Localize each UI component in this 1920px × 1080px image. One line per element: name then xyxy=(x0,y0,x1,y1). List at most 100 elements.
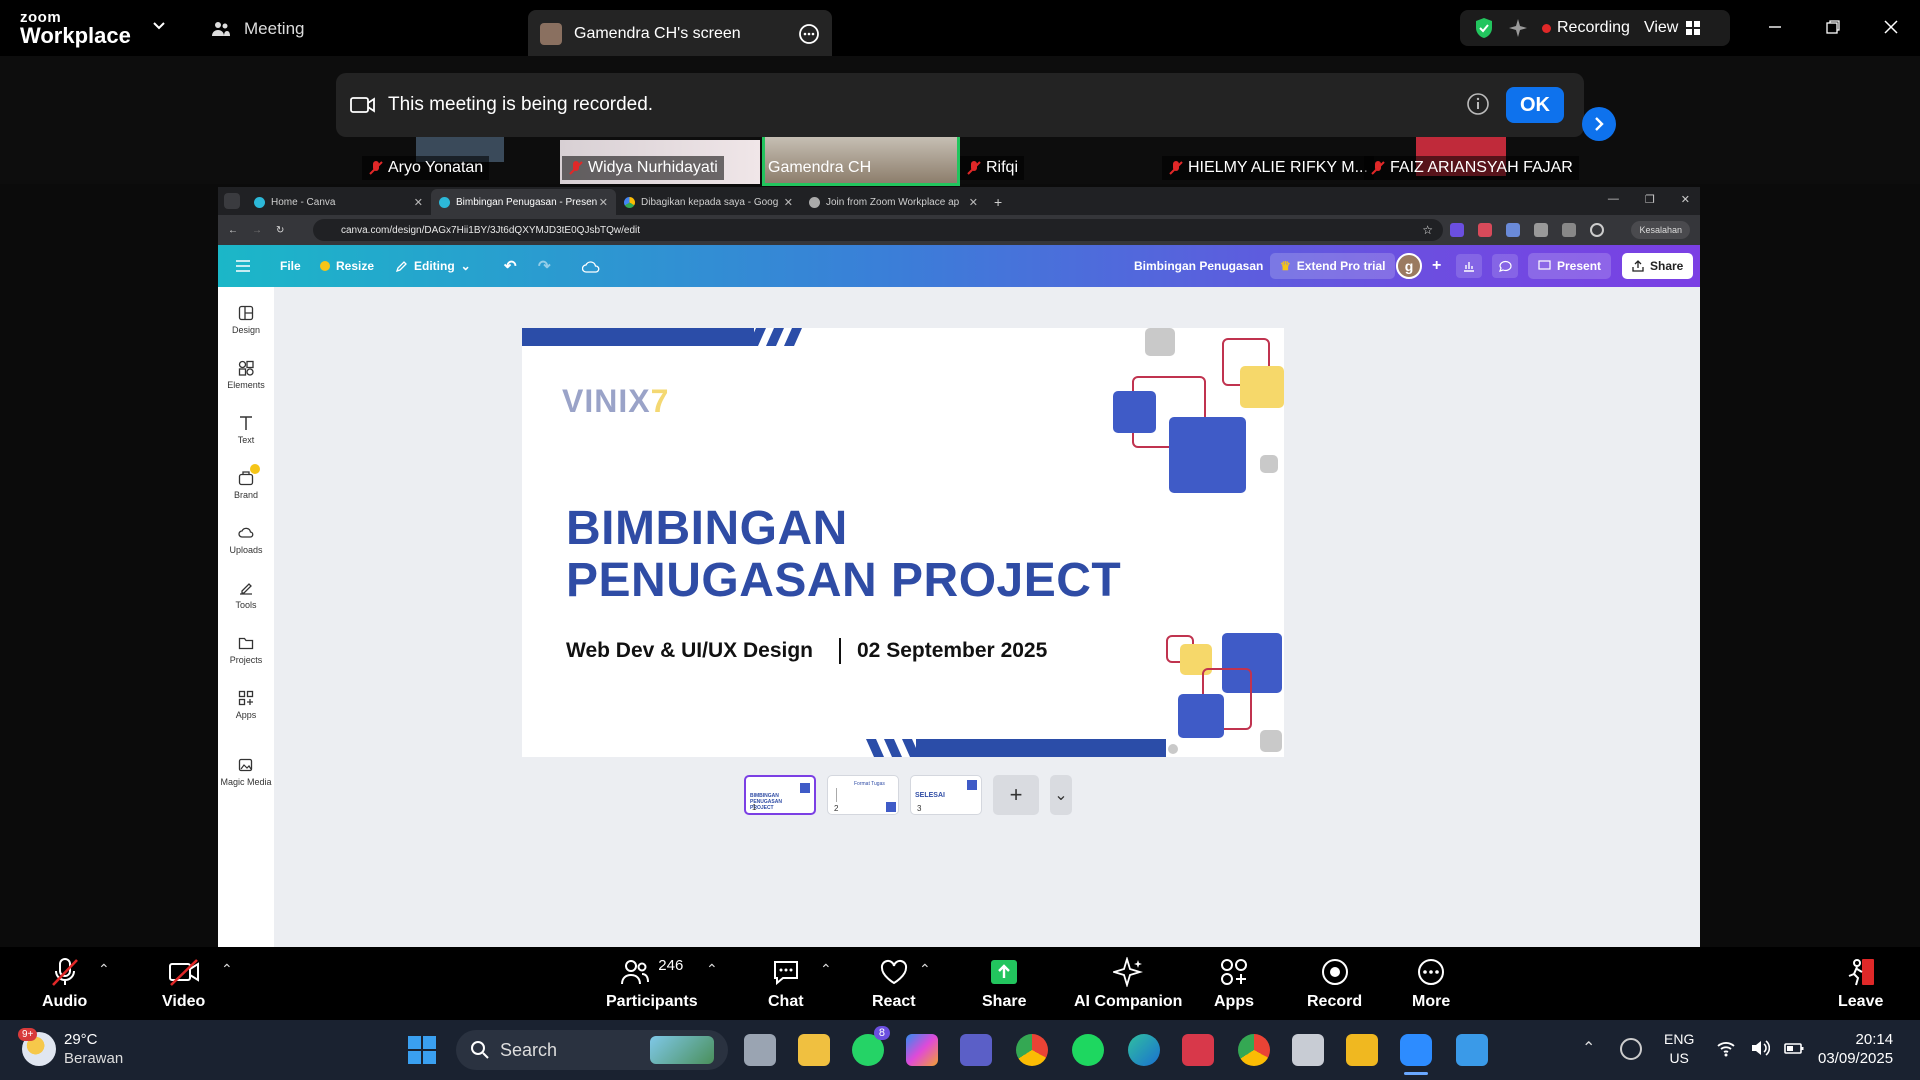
reload-icon[interactable]: ↻ xyxy=(276,225,284,236)
teams-icon[interactable] xyxy=(960,1034,992,1066)
location-icon[interactable] xyxy=(1620,1038,1642,1060)
close-tab-icon[interactable]: ✕ xyxy=(969,196,978,209)
back-icon[interactable]: ← xyxy=(228,225,238,236)
browser-tab[interactable]: Join from Zoom Workplace ap ✕ xyxy=(801,189,986,215)
spotify-icon[interactable] xyxy=(1072,1034,1104,1066)
notepad-icon[interactable] xyxy=(1456,1034,1488,1066)
sidebar-item-magic-media[interactable]: Magic Media xyxy=(218,757,274,787)
forward-icon[interactable]: → xyxy=(252,225,262,236)
chat-button[interactable]: Chat xyxy=(768,957,804,1011)
profile-icon[interactable] xyxy=(1590,223,1604,237)
pages-expand-button[interactable]: ⌄ xyxy=(1050,775,1072,815)
chevron-down-icon[interactable] xyxy=(152,18,166,32)
system-tray[interactable] xyxy=(1716,1038,1804,1058)
recording-indicator[interactable]: Recording xyxy=(1542,19,1630,37)
start-button[interactable] xyxy=(406,1034,438,1066)
browser-tab-active[interactable]: Bimbingan Penugasan - Presen ✕ xyxy=(431,189,616,215)
file-menu[interactable]: File xyxy=(280,259,301,273)
browser-tab[interactable]: Home - Canva ✕ xyxy=(246,189,431,215)
new-tab-button[interactable]: + xyxy=(986,189,1016,215)
analytics-icon[interactable] xyxy=(1456,254,1482,278)
shield-check-icon[interactable] xyxy=(1474,17,1494,39)
minimize-button[interactable] xyxy=(1760,12,1790,42)
extension-icon[interactable] xyxy=(1534,223,1548,237)
zoom-app-icon[interactable] xyxy=(1400,1034,1432,1066)
language-indicator[interactable]: ENG US xyxy=(1664,1030,1694,1068)
ai-companion-button[interactable]: AI Companion xyxy=(1074,957,1182,1011)
close-tab-icon[interactable]: ✕ xyxy=(414,196,423,209)
tab-search-button[interactable] xyxy=(224,193,240,209)
extension-icon[interactable] xyxy=(1506,223,1520,237)
info-icon[interactable] xyxy=(1466,92,1490,116)
present-button[interactable]: Present xyxy=(1528,253,1612,279)
page-thumbnail-1[interactable]: BIMBINGAN PENUGASAN PROJECT 1 xyxy=(744,775,816,815)
restore-button[interactable] xyxy=(1818,12,1848,42)
audio-options-caret-icon[interactable]: ⌃ xyxy=(98,961,110,978)
power-bi-icon[interactable] xyxy=(1346,1034,1378,1066)
audio-button[interactable]: Audio xyxy=(42,957,87,1011)
ok-button[interactable]: OK xyxy=(1506,87,1564,123)
page-thumbnail-2[interactable]: Format Tugas 2 xyxy=(827,775,899,815)
edge-icon[interactable] xyxy=(1128,1034,1160,1066)
redo-icon[interactable]: ↷ xyxy=(538,257,551,275)
sparkle-icon[interactable] xyxy=(1508,18,1528,38)
undo-icon[interactable]: ↶ xyxy=(504,257,517,275)
meeting-tab[interactable]: Meeting xyxy=(210,12,304,46)
video-options-caret-icon[interactable]: ⌃ xyxy=(221,961,233,978)
store-icon[interactable] xyxy=(1182,1034,1214,1066)
avatar[interactable]: g xyxy=(1396,253,1422,279)
extend-pro-trial-button[interactable]: ♛ Extend Pro trial xyxy=(1270,253,1396,279)
clock[interactable]: 20:14 03/09/2025 xyxy=(1818,1030,1893,1068)
sidebar-item-elements[interactable]: Elements xyxy=(218,360,274,390)
sidebar-item-tools[interactable]: Tools xyxy=(218,580,274,610)
gallery-next-button[interactable] xyxy=(1582,107,1616,141)
share-screen-button[interactable]: Share xyxy=(982,957,1026,1011)
editing-mode-button[interactable]: Editing ⌄ xyxy=(396,259,471,273)
app-icon[interactable] xyxy=(1292,1034,1324,1066)
more-options-icon[interactable] xyxy=(798,23,820,45)
browser-minimize-icon[interactable]: — xyxy=(1608,193,1619,206)
puzzle-icon[interactable] xyxy=(1562,223,1576,237)
show-hidden-icons[interactable]: ⌃ xyxy=(1582,1038,1595,1058)
url-input[interactable]: canva.com/design/DAGx7Hii1BY/3Jt6dQXYMJD… xyxy=(313,219,1443,241)
close-tab-icon[interactable]: ✕ xyxy=(784,196,793,209)
chat-options-caret-icon[interactable]: ⌃ xyxy=(820,961,832,978)
leave-button[interactable]: Leave xyxy=(1838,957,1883,1011)
apps-button[interactable]: Apps xyxy=(1214,957,1254,1011)
browser-restore-icon[interactable]: ❐ xyxy=(1645,193,1655,206)
chrome-profile-icon[interactable] xyxy=(1238,1034,1270,1066)
close-button[interactable] xyxy=(1876,12,1906,42)
more-button[interactable]: More xyxy=(1412,957,1450,1011)
file-explorer-icon[interactable] xyxy=(798,1034,830,1066)
react-options-caret-icon[interactable]: ⌃ xyxy=(919,961,931,978)
close-tab-icon[interactable]: ✕ xyxy=(599,196,608,209)
participants-options-caret-icon[interactable]: ⌃ xyxy=(706,961,718,978)
extension-icon[interactable] xyxy=(1478,223,1492,237)
cloud-sync-icon[interactable] xyxy=(582,260,600,273)
share-button[interactable]: Share xyxy=(1622,253,1694,279)
weather-widget[interactable]: 9+ 29°C Berawan xyxy=(18,1028,123,1068)
whatsapp-icon[interactable]: 8 xyxy=(852,1026,890,1066)
sidebar-item-design[interactable]: Design xyxy=(218,305,274,335)
comment-icon[interactable] xyxy=(1492,254,1518,278)
copilot-icon[interactable] xyxy=(906,1034,938,1066)
document-title[interactable]: Bimbingan Penugasan xyxy=(1134,259,1263,273)
add-page-button[interactable]: + xyxy=(993,775,1039,815)
sidebar-item-projects[interactable]: Projects xyxy=(218,635,274,665)
browser-tab[interactable]: Dibagikan kepada saya - Goog ✕ xyxy=(616,189,801,215)
taskbar-search[interactable]: Search xyxy=(456,1030,728,1070)
page-thumbnail-3[interactable]: SELESAI 3 xyxy=(910,775,982,815)
screen-share-tab[interactable]: Gamendra CH's screen xyxy=(528,10,832,58)
add-collaborator-icon[interactable]: + xyxy=(1432,257,1441,275)
record-button[interactable]: Record xyxy=(1307,957,1362,1011)
sidebar-item-brand[interactable]: Brand xyxy=(218,464,274,500)
participants-button[interactable]: 246 Participants xyxy=(606,957,698,1011)
resize-button[interactable]: Resize xyxy=(320,259,374,273)
browser-close-icon[interactable]: ✕ xyxy=(1681,193,1690,206)
view-button[interactable]: View xyxy=(1644,19,1701,37)
sidebar-item-text[interactable]: Text xyxy=(218,415,274,445)
react-button[interactable]: React xyxy=(872,957,916,1011)
task-view-icon[interactable] xyxy=(744,1034,776,1066)
video-button[interactable]: Video xyxy=(162,957,205,1011)
bookmark-star-icon[interactable]: ☆ xyxy=(1422,223,1433,237)
